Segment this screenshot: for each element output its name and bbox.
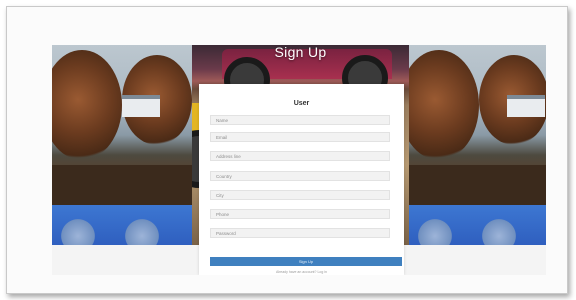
phone-field[interactable]	[210, 209, 390, 219]
form-title: User	[293, 100, 310, 107]
background-photo-left	[52, 45, 192, 245]
country-field[interactable]	[210, 171, 390, 181]
email-field[interactable]	[210, 132, 390, 142]
city-field[interactable]	[210, 190, 390, 200]
signup-button[interactable]: Sign Up	[210, 257, 402, 266]
signup-page: Sign Up User Sign Up Already have an acc…	[52, 45, 546, 275]
page-title: Sign Up	[274, 45, 327, 60]
address-field[interactable]	[210, 151, 390, 161]
signup-form: User Sign Up Already have an account? Lo…	[199, 84, 404, 275]
login-link[interactable]: Already have an account? Log in	[199, 270, 404, 274]
browser-window: Sign Up User Sign Up Already have an acc…	[6, 6, 568, 294]
background-photo-right	[409, 45, 546, 245]
name-field[interactable]	[210, 115, 390, 125]
password-field[interactable]	[210, 228, 390, 238]
